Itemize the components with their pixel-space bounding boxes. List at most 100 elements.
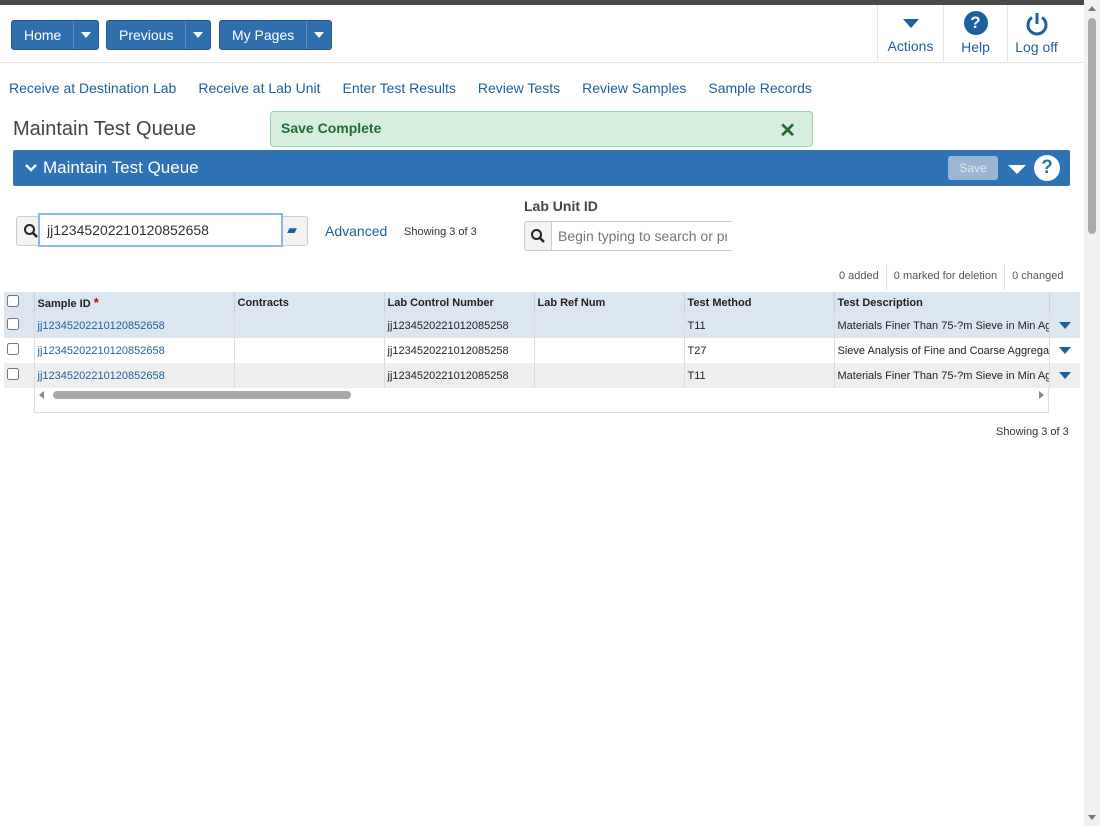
home-button-group: Home xyxy=(11,20,100,50)
my-pages-button[interactable]: My Pages xyxy=(220,21,306,49)
lab-unit-input[interactable] xyxy=(551,222,733,250)
lab-control-cell: jj1234520221012085258 xyxy=(383,363,534,388)
row-checkbox[interactable] xyxy=(7,343,19,355)
sample-id-link[interactable]: jj12345202210120852658 xyxy=(33,363,234,388)
panel-help-icon[interactable]: ? xyxy=(1034,155,1060,181)
panel-header: Maintain Test Queue Save ? xyxy=(13,150,1070,186)
sample-id-link[interactable]: jj12345202210120852658 xyxy=(33,338,234,363)
previous-dropdown-toggle[interactable] xyxy=(185,21,210,49)
chevron-down-icon xyxy=(81,32,92,38)
test-description-cell: Materials Finer Than 75-?m Sieve in Min … xyxy=(833,363,1049,388)
added-count: 0 added xyxy=(839,270,879,282)
actions-button[interactable]: Actions xyxy=(877,5,943,63)
table-row[interactable]: jj12345202210120852658 jj123452022101208… xyxy=(4,313,1080,338)
col-lab-control-number[interactable]: Lab Control Number xyxy=(383,292,534,313)
col-sample-id[interactable]: Sample ID * xyxy=(33,292,234,313)
row-menu-button[interactable] xyxy=(1048,363,1080,388)
test-description-cell: Sieve Analysis of Fine and Coarse Aggreg… xyxy=(833,338,1049,363)
help-button[interactable]: ? Help xyxy=(943,5,1007,63)
save-complete-toast: Save Complete ✕ xyxy=(270,111,813,147)
col-contracts[interactable]: Contracts xyxy=(233,292,384,313)
lab-ref-cell[interactable] xyxy=(533,313,684,338)
row-checkbox-cell xyxy=(4,338,34,363)
result-count: Showing 3 of 3 xyxy=(404,226,477,238)
actions-caret-icon xyxy=(902,19,919,28)
scroll-left-arrow-icon[interactable] xyxy=(39,391,44,399)
changed-count: 0 changed xyxy=(1004,264,1070,290)
deleted-count: 0 marked for deletion xyxy=(885,264,1004,290)
lab-control-cell: jj1234520221012085258 xyxy=(383,313,534,338)
logoff-label: Log off xyxy=(1015,39,1058,55)
collapse-chevron-icon[interactable] xyxy=(25,163,37,173)
help-label: Help xyxy=(961,39,990,55)
lab-ref-cell[interactable] xyxy=(533,338,684,363)
save-button[interactable]: Save xyxy=(948,156,998,180)
panel-menu-caret-icon[interactable] xyxy=(1008,165,1026,174)
home-dropdown-toggle[interactable] xyxy=(73,21,98,49)
test-method-cell: T11 xyxy=(683,313,834,338)
contracts-cell[interactable] xyxy=(233,363,384,388)
contracts-cell[interactable] xyxy=(233,338,384,363)
chevron-down-icon xyxy=(193,32,204,38)
page-title: Maintain Test Queue xyxy=(13,118,197,140)
lab-ref-cell[interactable] xyxy=(533,363,684,388)
sample-id-link[interactable]: jj12345202210120852658 xyxy=(33,313,234,338)
col-lab-ref-num[interactable]: Lab Ref Num xyxy=(533,292,684,313)
lab-unit-search xyxy=(524,221,733,251)
scroll-down-arrow-icon[interactable] xyxy=(1088,815,1096,820)
row-menu-button[interactable] xyxy=(1048,338,1080,363)
search-input[interactable] xyxy=(38,213,283,247)
test-description-cell: Materials Finer Than 75-?m Sieve in Min … xyxy=(833,313,1049,338)
my-pages-dropdown-toggle[interactable] xyxy=(306,21,331,49)
link-sample-records[interactable]: Sample Records xyxy=(708,80,812,96)
link-receive-lab-unit[interactable]: Receive at Lab Unit xyxy=(198,80,320,96)
vertical-scrollbar[interactable] xyxy=(1084,0,1100,826)
required-marker: * xyxy=(93,295,99,310)
change-counts: 0 added 0 marked for deletion 0 changed xyxy=(832,264,1071,290)
quick-links: Receive at Destination Lab Receive at La… xyxy=(9,80,812,96)
my-pages-button-group: My Pages xyxy=(219,20,333,50)
clear-search-icon[interactable]: ▰ xyxy=(287,222,297,238)
row-menu-button[interactable] xyxy=(1048,313,1080,338)
home-button[interactable]: Home xyxy=(12,21,73,49)
header-spacer xyxy=(1048,292,1080,313)
footer-result-count: Showing 3 of 3 xyxy=(996,426,1069,438)
col-test-method[interactable]: Test Method xyxy=(683,292,834,313)
previous-button[interactable]: Previous xyxy=(107,21,185,49)
table-row[interactable]: jj12345202210120852658 jj123452022101208… xyxy=(4,363,1080,388)
previous-button-group: Previous xyxy=(106,20,212,50)
logoff-button[interactable]: Log off xyxy=(1007,5,1065,63)
table-header-row: Sample ID * Contracts Lab Control Number… xyxy=(4,292,1080,313)
test-queue-table: Sample ID * Contracts Lab Control Number… xyxy=(4,292,1080,388)
horizontal-scrollbar[interactable] xyxy=(34,388,1049,413)
col-test-description[interactable]: Test Description xyxy=(833,292,1049,313)
power-icon xyxy=(1026,13,1047,36)
scroll-right-arrow-icon[interactable] xyxy=(1039,391,1044,399)
scroll-up-arrow-icon[interactable] xyxy=(1088,6,1096,11)
search-icon xyxy=(24,224,38,238)
search-icon xyxy=(531,229,545,243)
advanced-search-link[interactable]: Advanced xyxy=(325,223,387,239)
chevron-down-icon xyxy=(1058,346,1071,354)
lab-control-cell: jj1234520221012085258 xyxy=(383,338,534,363)
top-navbar: Home Previous My Pages Actions ? Help Lo… xyxy=(0,5,1084,63)
chevron-down-icon xyxy=(1058,321,1071,329)
contracts-cell[interactable] xyxy=(233,313,384,338)
close-icon[interactable]: ✕ xyxy=(779,118,796,143)
actions-label: Actions xyxy=(887,38,934,54)
link-review-tests[interactable]: Review Tests xyxy=(478,80,560,96)
chevron-down-icon xyxy=(1058,371,1071,379)
row-checkbox[interactable] xyxy=(7,318,19,330)
horizontal-scroll-thumb[interactable] xyxy=(53,391,351,399)
vertical-scroll-thumb[interactable] xyxy=(1088,18,1096,234)
select-all-checkbox[interactable] xyxy=(7,295,19,307)
toast-message: Save Complete xyxy=(281,120,382,136)
link-enter-test-results[interactable]: Enter Test Results xyxy=(343,80,456,96)
row-checkbox[interactable] xyxy=(7,368,19,380)
lab-unit-label: Lab Unit ID xyxy=(524,198,598,214)
table-row[interactable]: jj12345202210120852658 jj123452022101208… xyxy=(4,338,1080,363)
select-all-cell xyxy=(4,292,34,313)
link-receive-destination-lab[interactable]: Receive at Destination Lab xyxy=(9,80,176,96)
test-method-cell: T27 xyxy=(683,338,834,363)
link-review-samples[interactable]: Review Samples xyxy=(582,80,686,96)
